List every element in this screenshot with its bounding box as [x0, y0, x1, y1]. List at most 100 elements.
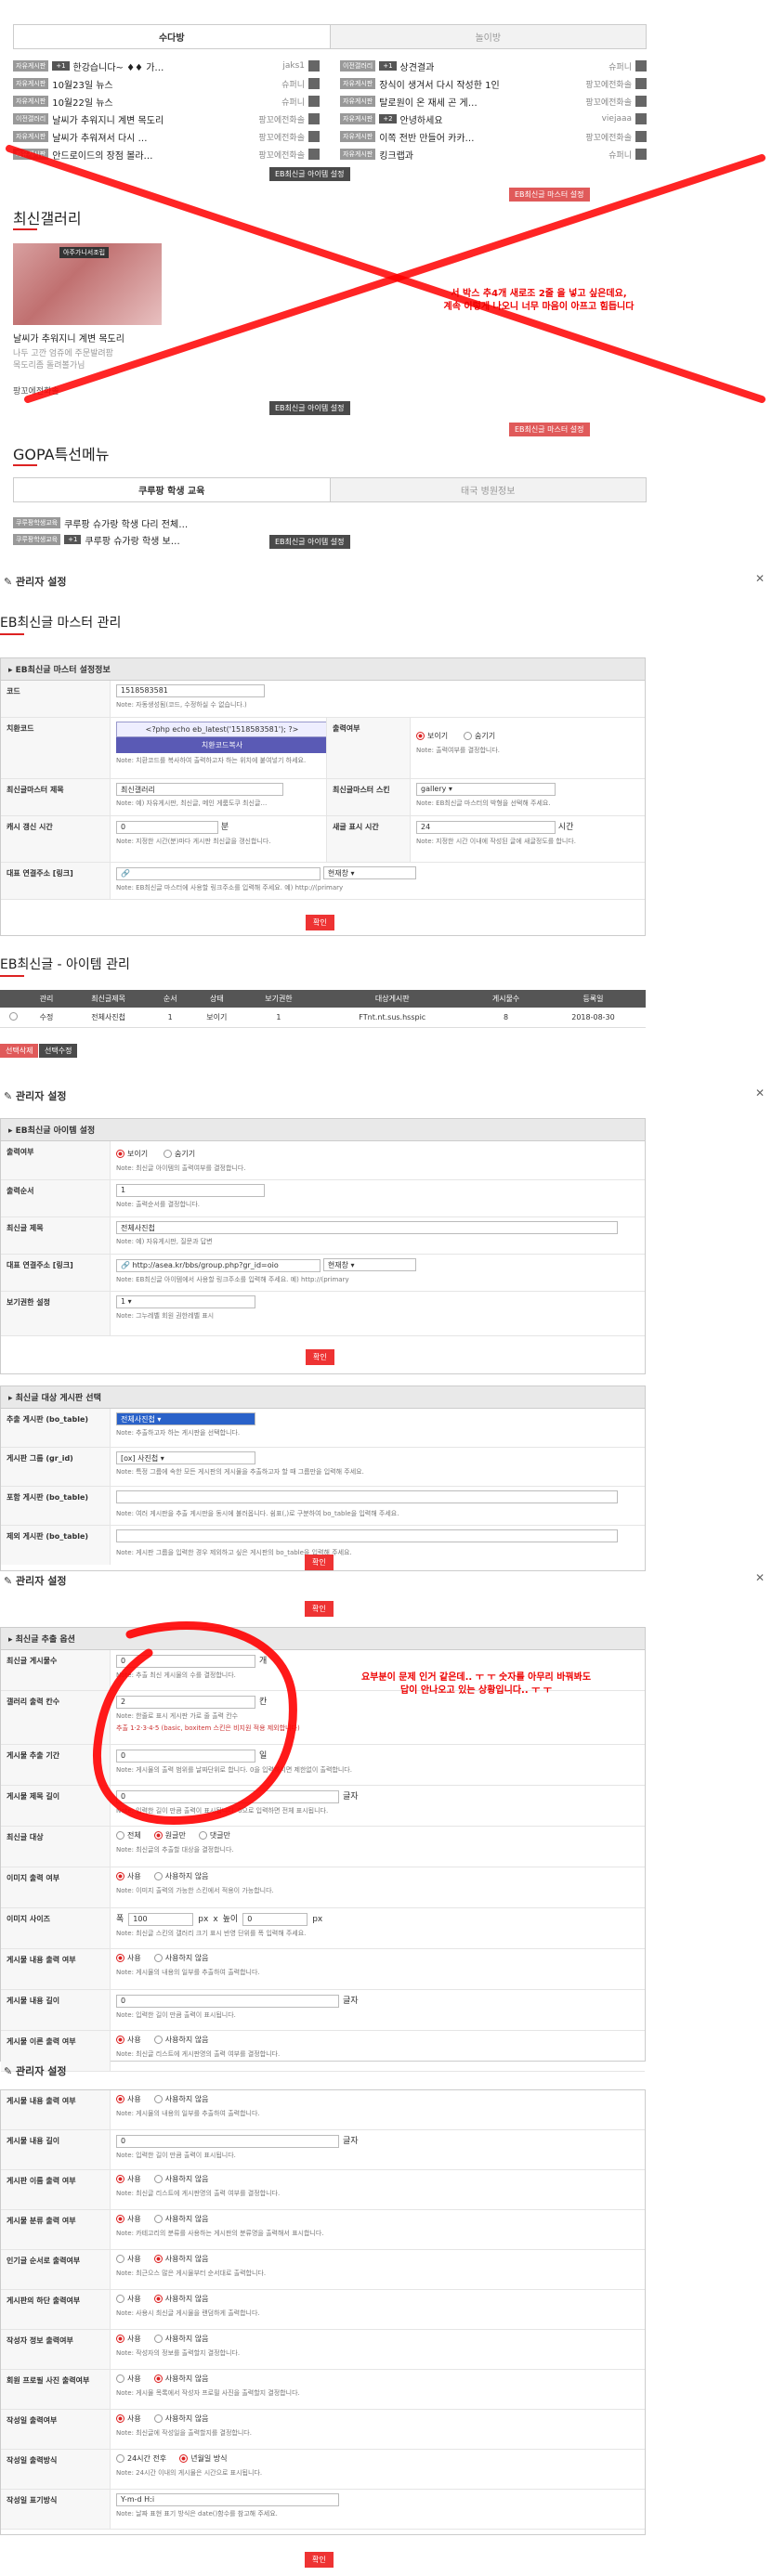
- field-label: 최신글 제목: [1, 1217, 111, 1254]
- master-title-input[interactable]: 최신갤러리: [116, 783, 283, 796]
- submit-button[interactable]: 확인: [306, 1349, 334, 1365]
- field-note: Note: 24시간 이내의 게시물은 시간으로 표시됩니다.: [116, 2469, 263, 2477]
- submit-button[interactable]: 확인: [305, 2552, 334, 2568]
- post-title[interactable]: 날씨가 추워지니 계변 목도리: [52, 112, 255, 126]
- cache-input[interactable]: 0: [116, 821, 218, 834]
- width-input[interactable]: 100: [128, 1913, 194, 1926]
- include-input[interactable]: [116, 1490, 618, 1503]
- list-item[interactable]: 자유게시판 10월22일 뉴스 슈퍼니: [13, 95, 320, 109]
- close-icon[interactable]: ✕: [755, 572, 765, 585]
- tab-thai-hospital[interactable]: 태국 병원정보: [329, 478, 646, 501]
- field-new-time: 새글 표시 시간 24 시간 Note: 지정한 시간 이내에 작성된 글에 새…: [326, 816, 645, 863]
- list-item[interactable]: 쿠루팡학생교육 +1 쿠루팡 슈가랑 학생 보…: [13, 533, 180, 547]
- post-title[interactable]: 10월22일 뉴스: [52, 95, 278, 109]
- tab-chat[interactable]: 수다방: [14, 25, 330, 48]
- list-item[interactable]: 자유게시판 탈로원이 온 재세 곤 게… 팡꼬에전화솔: [340, 95, 647, 109]
- radio-option[interactable]: 사용하지 않음: [153, 1871, 208, 1881]
- submit-button[interactable]: 확인: [306, 915, 334, 930]
- radio-option[interactable]: 24시간 전후: [116, 2453, 166, 2464]
- radio-show[interactable]: 보이기: [416, 731, 448, 741]
- submit-button[interactable]: 확인: [305, 1601, 334, 1617]
- submit-button[interactable]: 확인: [305, 1555, 334, 1570]
- radio-option[interactable]: 사용하지 않음: [153, 2334, 208, 2344]
- radio-hide[interactable]: 숨기기: [463, 731, 495, 741]
- close-icon[interactable]: ✕: [755, 1086, 765, 1099]
- text-input[interactable]: Y-m-d H:i: [116, 2493, 339, 2506]
- radio-option[interactable]: 사용: [116, 2174, 141, 2184]
- skin-select[interactable]: gallery ▾: [416, 783, 556, 796]
- radio-option[interactable]: 사용: [116, 2374, 141, 2384]
- edit-selected-button[interactable]: 선택수정: [39, 1044, 78, 1058]
- radio-option[interactable]: 년월일 방식: [179, 2453, 228, 2464]
- list-item[interactable]: 자유게시판 +2 안녕하세요 viejaaa: [340, 112, 647, 126]
- list-item[interactable]: 이전갤러리 날씨가 추워지니 계변 목도리 팡꼬에전화솔: [13, 112, 320, 126]
- radio-label: 사용하지 않음: [164, 2255, 209, 2263]
- list-item[interactable]: 자유게시판 +1 한강습니다~ ♦♦ 가… jaks1: [13, 59, 320, 73]
- code-input[interactable]: 1518583581: [116, 684, 265, 697]
- radio-option[interactable]: 사용하지 않음: [153, 2374, 208, 2384]
- radio-option[interactable]: 사용하지 않음: [153, 2294, 208, 2304]
- close-icon[interactable]: ✕: [755, 1571, 765, 1584]
- post-title[interactable]: 상견결과: [400, 59, 606, 73]
- radio-option[interactable]: 사용: [116, 1953, 141, 1963]
- height-input[interactable]: 0: [242, 1913, 308, 1926]
- field-show: 출력여부 보이기 숨기기 Note: 출력여부를 결정합니다.: [326, 718, 645, 779]
- text-input[interactable]: 0: [116, 2135, 339, 2148]
- table-row[interactable]: 수정 전체사진첩 1 보이기 1 FTnt.nt.sus.hsspic 8 2018-08-3…: [0, 1008, 646, 1028]
- radio-option[interactable]: 사용하지 않음: [153, 2254, 209, 2264]
- post-title[interactable]: 장식이 생겨서 다시 작성한 1인: [379, 77, 582, 91]
- insert-code-display[interactable]: <?php echo eb_latest('1518583581'); ?>: [116, 722, 328, 737]
- tab-play[interactable]: 놀이방: [329, 25, 646, 48]
- order-input[interactable]: 1: [116, 1184, 265, 1197]
- radio-option[interactable]: 사용: [116, 2214, 141, 2224]
- post-title[interactable]: 탈로원이 온 재세 곤 게…: [379, 95, 582, 109]
- post-title[interactable]: 쿠루팡 슈가랑 학생 다리 전체…: [64, 516, 188, 530]
- table-cell[interactable]: [0, 1008, 28, 1028]
- radio-option[interactable]: 사용: [116, 2294, 141, 2304]
- radio-option[interactable]: 사용: [116, 2413, 141, 2424]
- list-item[interactable]: 이전갤러리 +1 상견결과 슈퍼니: [340, 59, 647, 73]
- checkbox-icon[interactable]: [9, 1012, 19, 1021]
- radio-option[interactable]: 사용: [116, 2254, 141, 2264]
- post-title[interactable]: 쿠루팡 슈가랑 학생 보…: [85, 533, 179, 547]
- link-input[interactable]: 🔗: [116, 867, 321, 880]
- new-time-input[interactable]: 24: [416, 821, 556, 834]
- field-label: 코드: [1, 681, 111, 717]
- post-title[interactable]: 한강습니다~ ♦♦ 가…: [73, 59, 280, 73]
- link-target-select[interactable]: 현재창 ▾: [322, 1258, 416, 1271]
- permission-select[interactable]: 1 ▾: [116, 1295, 255, 1308]
- gopa-item-settings-button[interactable]: EB최신글 아이템 설정: [269, 535, 350, 549]
- list-item[interactable]: 쿠루팡학생교육 쿠루팡 슈가랑 학생 다리 전체…: [13, 516, 188, 530]
- board-select[interactable]: 전체사진첩 ▾: [116, 1412, 255, 1425]
- radio-hide[interactable]: 숨기기: [163, 1149, 195, 1159]
- copy-code-button[interactable]: 치환코드복사: [116, 737, 328, 753]
- list-item[interactable]: 자유게시판 장식이 생겨서 다시 작성한 1인 팡꼬에전화솔: [340, 77, 647, 91]
- table-cell[interactable]: 수정: [27, 1008, 66, 1028]
- exclude-input[interactable]: [116, 1529, 618, 1542]
- list-item[interactable]: 자유게시판 10월23일 뉴스 슈퍼니: [13, 77, 320, 91]
- post-title[interactable]: 안녕하세요: [400, 112, 598, 126]
- radio-icon: [153, 2215, 163, 2223]
- radio-show[interactable]: 보이기: [116, 1149, 148, 1159]
- post-title[interactable]: 10월23일 뉴스: [52, 77, 278, 91]
- link-input[interactable]: 🔗 http://asea.kr/bbs/group.php?gr_id=oio: [116, 1259, 321, 1272]
- group-select[interactable]: [ox] 사진첩 ▾: [116, 1451, 255, 1464]
- delete-selected-button[interactable]: 선택삭제: [0, 1044, 39, 1058]
- radio-option[interactable]: 사용하지 않음: [153, 2035, 208, 2045]
- red-x-annotation: [6, 145, 765, 403]
- field-note: Note: 게시판 그룹을 입력한 경우 제외하고 싶은 게시판의 bo_tab…: [116, 1549, 352, 1556]
- radio-option[interactable]: 사용하지 않음: [153, 2214, 208, 2224]
- radio-option[interactable]: 사용: [116, 1871, 141, 1881]
- radio-option[interactable]: 사용하지 않음: [153, 2094, 208, 2104]
- radio-option[interactable]: 사용: [116, 2334, 141, 2344]
- radio-option[interactable]: 사용: [116, 2035, 141, 2045]
- radio-option[interactable]: 사용하지 않음: [153, 2174, 208, 2184]
- radio-option[interactable]: 사용하지 않음: [153, 1953, 208, 1963]
- title-input[interactable]: 전체사진첩: [116, 1221, 618, 1234]
- link-target-select[interactable]: 현재창 ▾: [322, 866, 416, 879]
- tab-kurupang[interactable]: 쿠루팡 학생 교육: [14, 478, 330, 501]
- blen-input[interactable]: 0: [116, 1995, 339, 2008]
- radio-option[interactable]: 사용하지 않음: [153, 2413, 208, 2424]
- gallery-master-settings-button[interactable]: EB최신글 마스터 설정: [509, 423, 590, 436]
- radio-option[interactable]: 사용: [116, 2094, 141, 2104]
